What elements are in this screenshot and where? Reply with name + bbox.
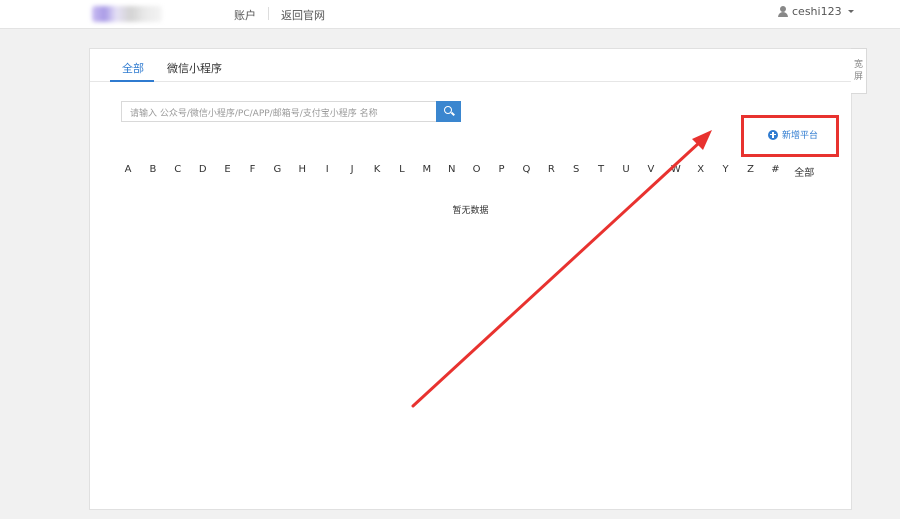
annotation-arrow: [411, 130, 712, 408]
